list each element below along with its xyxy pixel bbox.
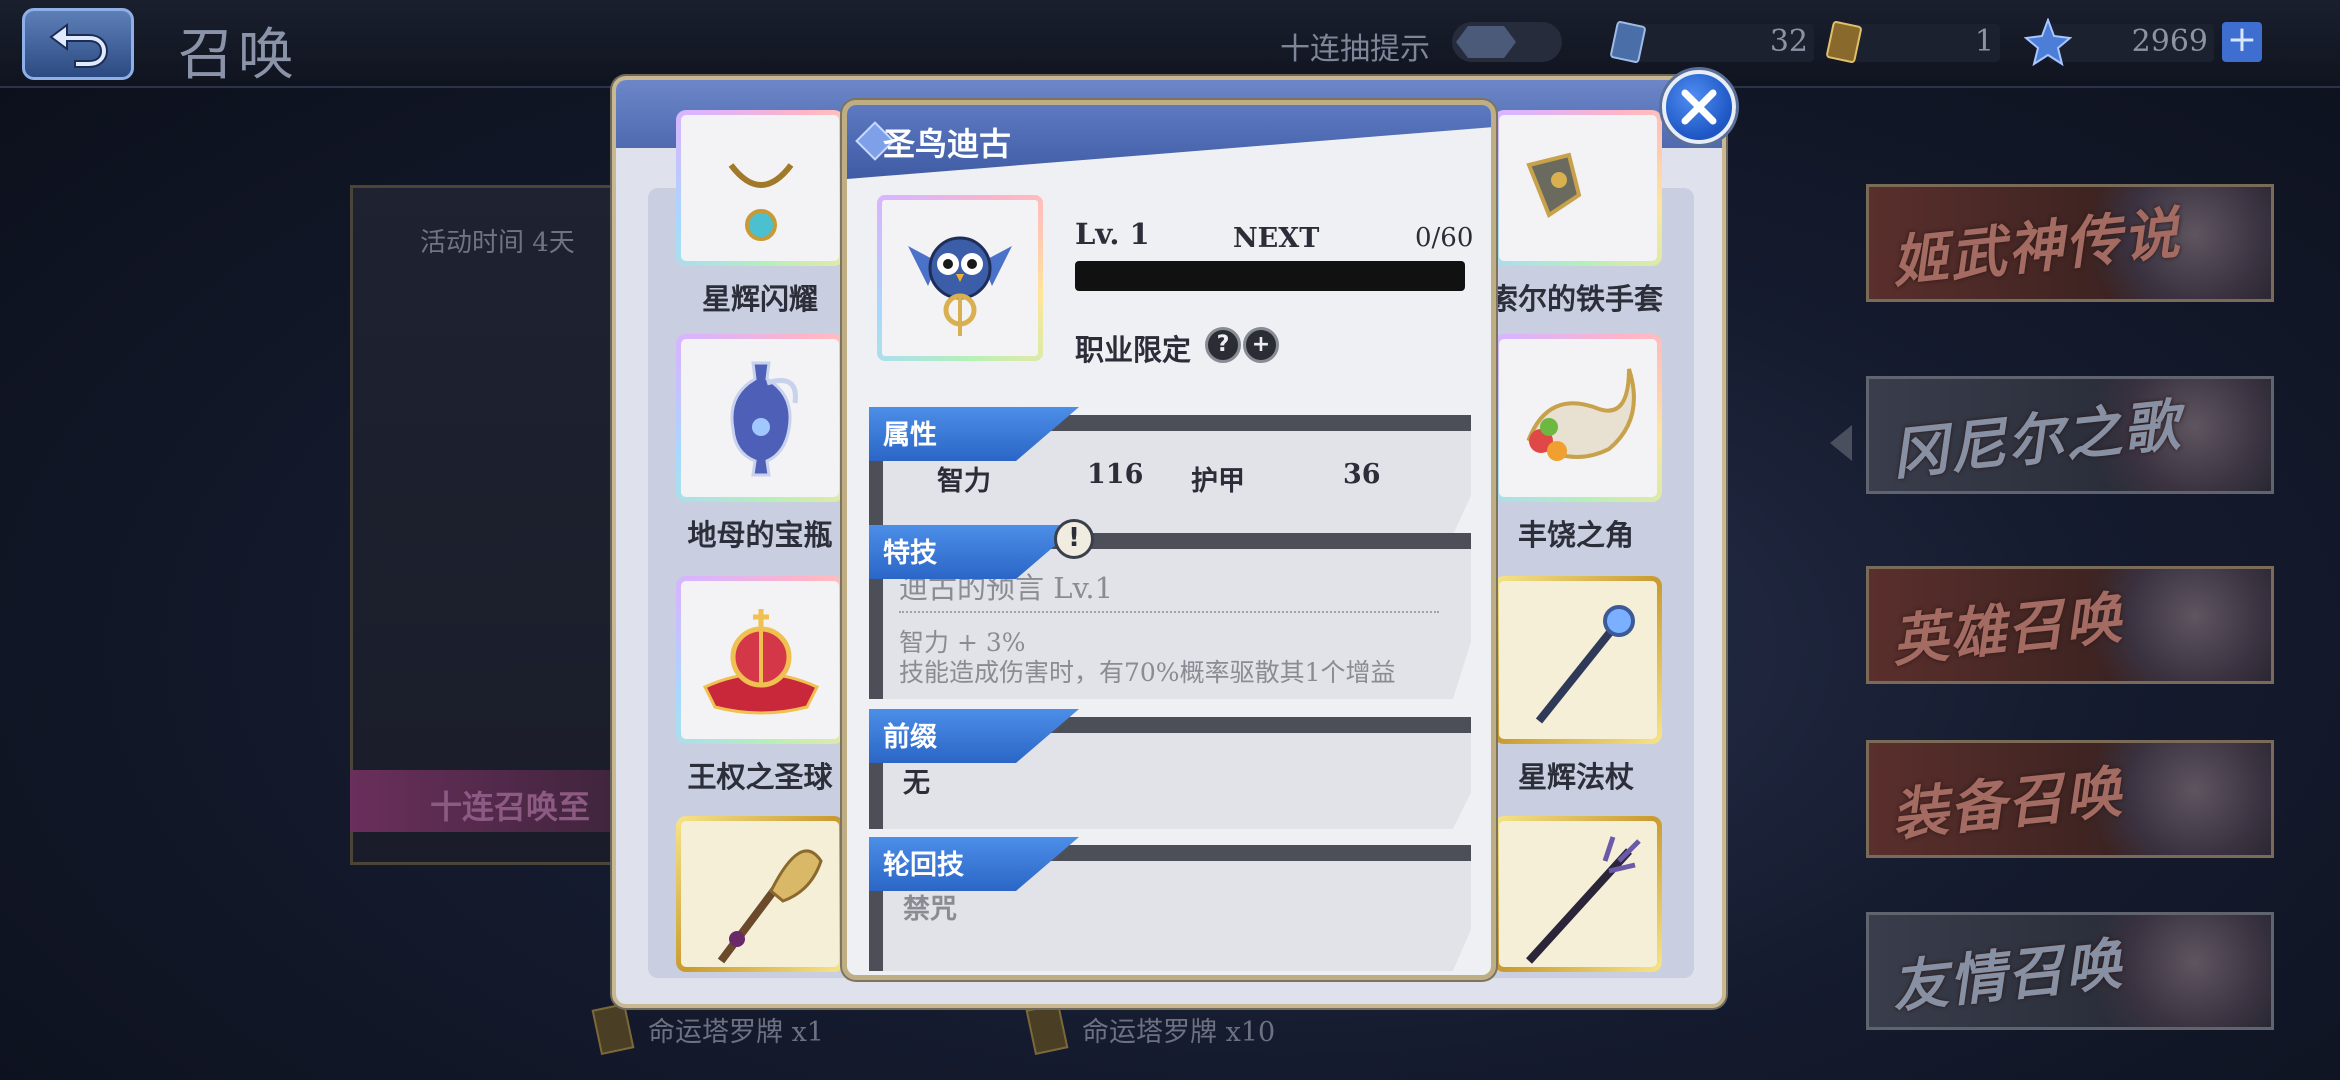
ticket-label: 命运塔罗牌 x1 — [648, 1016, 824, 1048]
stat-name: 护甲 — [1191, 466, 1245, 497]
banner-friendship-summon[interactable]: 友情召唤 — [1866, 912, 2274, 1030]
reincarnation-skill-name: 禁咒 — [903, 894, 957, 925]
item-tile-earth-vase[interactable] — [676, 334, 844, 502]
add-currency-button[interactable]: + — [2222, 22, 2262, 62]
item-label: 索尔的铁手套 — [1488, 282, 1663, 316]
item-label: 丰饶之角 — [1517, 518, 1634, 552]
currency-blue-star: 2969 — [2024, 18, 2214, 66]
skill-effect-line: 技能造成伤害时，有70%概率驱散其1个增益 — [899, 658, 1396, 687]
banner-hero-summon[interactable]: 英雄召唤 — [1866, 566, 2274, 684]
arrow-left-icon — [1830, 425, 1852, 461]
skill-section: 迪古的预言 Lv.1 智力 + 3% 技能造成伤害时，有70%概率驱散其1个增益… — [869, 519, 1471, 703]
blue-star-icon — [2024, 18, 2072, 66]
blue-card-icon — [1610, 21, 1646, 63]
exp-text: 0/60 — [1415, 223, 1474, 253]
ten-pull-hint-toggle[interactable] — [1452, 22, 1562, 62]
level-text: Lv. 1 — [1075, 217, 1150, 251]
orb-cushion-icon — [702, 609, 820, 715]
top-bar: 召唤 十连抽提示 32 1 2969 + — [0, 0, 2340, 88]
cross-icon[interactable]: + — [1243, 327, 1279, 363]
currency-value: 2969 — [2131, 24, 2208, 59]
reincarnation-section: 禁咒 轮回技 — [869, 837, 1471, 975]
broom-icon — [717, 849, 823, 964]
next-label: NEXT — [1233, 223, 1320, 254]
stat-value: 116 — [1087, 459, 1144, 490]
exp-bar — [1075, 261, 1465, 291]
currency-value: 32 — [1769, 24, 1808, 59]
ticket-ten[interactable]: 命运塔罗牌 x10 — [1025, 1002, 1276, 1056]
item-tile-cornucopia[interactable] — [1494, 334, 1662, 502]
back-button[interactable] — [22, 8, 134, 80]
cornucopia-icon — [1526, 368, 1636, 461]
section-title: 属性 — [883, 420, 937, 451]
stat-name: 智力 — [937, 466, 991, 497]
banner-goddess-legend[interactable]: 姬武神传说 — [1866, 184, 2274, 302]
activity-time-text: 活动时间 4天 — [420, 228, 575, 258]
event-banner — [350, 185, 650, 865]
item-label: 王权之圣球 — [687, 760, 833, 794]
close-icon — [1681, 89, 1717, 125]
item-detail-card: 圣鸟迪古 Lv. 1 NEXT 0/60 职业限定 ? + 智力 116 护甲 … — [842, 100, 1496, 980]
item-label: 星辉闪耀 — [701, 282, 818, 316]
item-tile-royal-orb[interactable] — [676, 576, 844, 744]
section-title: 前缀 — [883, 722, 937, 753]
section-title: 轮回技 — [883, 850, 964, 881]
item-label: 地母的宝瓶 — [687, 518, 833, 552]
item-tile-iron-gauntlet[interactable] — [1494, 110, 1662, 266]
dotted-divider — [899, 611, 1439, 613]
ten-pull-banner-text: 十连召唤至 — [430, 788, 591, 826]
prefix-section: 无 前缀 — [869, 709, 1471, 837]
tarot-card-icon — [591, 1002, 635, 1056]
ticket-label: 命运塔罗牌 x10 — [1082, 1016, 1276, 1048]
item-tile-star-staff[interactable] — [1494, 576, 1662, 744]
star-glow-icon — [728, 163, 794, 241]
banner-equipment-summon[interactable]: 装备召唤 — [1866, 740, 2274, 858]
item-tile-star-glow[interactable] — [676, 110, 844, 266]
game-screen: 召唤 十连抽提示 32 1 2969 + 活动时间 4天 十连召唤至 命运塔罗牌… — [0, 0, 2340, 1080]
staff-icon — [1535, 605, 1635, 724]
banner-gungnir-song[interactable]: 冈尼尔之歌 — [1866, 376, 2274, 494]
question-mark-icon[interactable]: ? — [1205, 327, 1241, 363]
stat-value: 36 — [1343, 459, 1381, 490]
ticket-single[interactable]: 命运塔罗牌 x1 — [591, 1002, 824, 1056]
tarot-card-icon — [1025, 1002, 1069, 1056]
close-button[interactable] — [1662, 70, 1736, 144]
currency-gold-ticket: 1 — [1820, 18, 2000, 66]
section-title: 特技 — [883, 538, 937, 569]
item-name: 圣鸟迪古 — [883, 125, 1012, 163]
item-tile-broom[interactable] — [676, 816, 844, 972]
currency-value: 1 — [1974, 24, 1994, 59]
currency-blue-card: 32 — [1604, 18, 1814, 66]
item-tile-thorn-spear[interactable] — [1494, 816, 1662, 972]
item-portrait — [877, 195, 1043, 361]
page-title: 召唤 — [178, 23, 298, 88]
iron-gauntlet-icon — [1526, 152, 1582, 219]
vase-icon — [730, 361, 798, 477]
thorn-spear-icon — [1526, 836, 1641, 964]
return-arrow-icon — [49, 23, 109, 68]
prefix-value: 无 — [903, 768, 930, 799]
gold-ticket-icon — [1826, 21, 1862, 63]
ten-pull-hint-label: 十连抽提示 — [1280, 32, 1430, 67]
item-label: 星辉法杖 — [1517, 760, 1634, 794]
job-restriction-label: 职业限定 — [1075, 333, 1192, 367]
owl-icon — [908, 236, 1012, 336]
info-alert-icon[interactable]: ! — [1054, 519, 1094, 559]
